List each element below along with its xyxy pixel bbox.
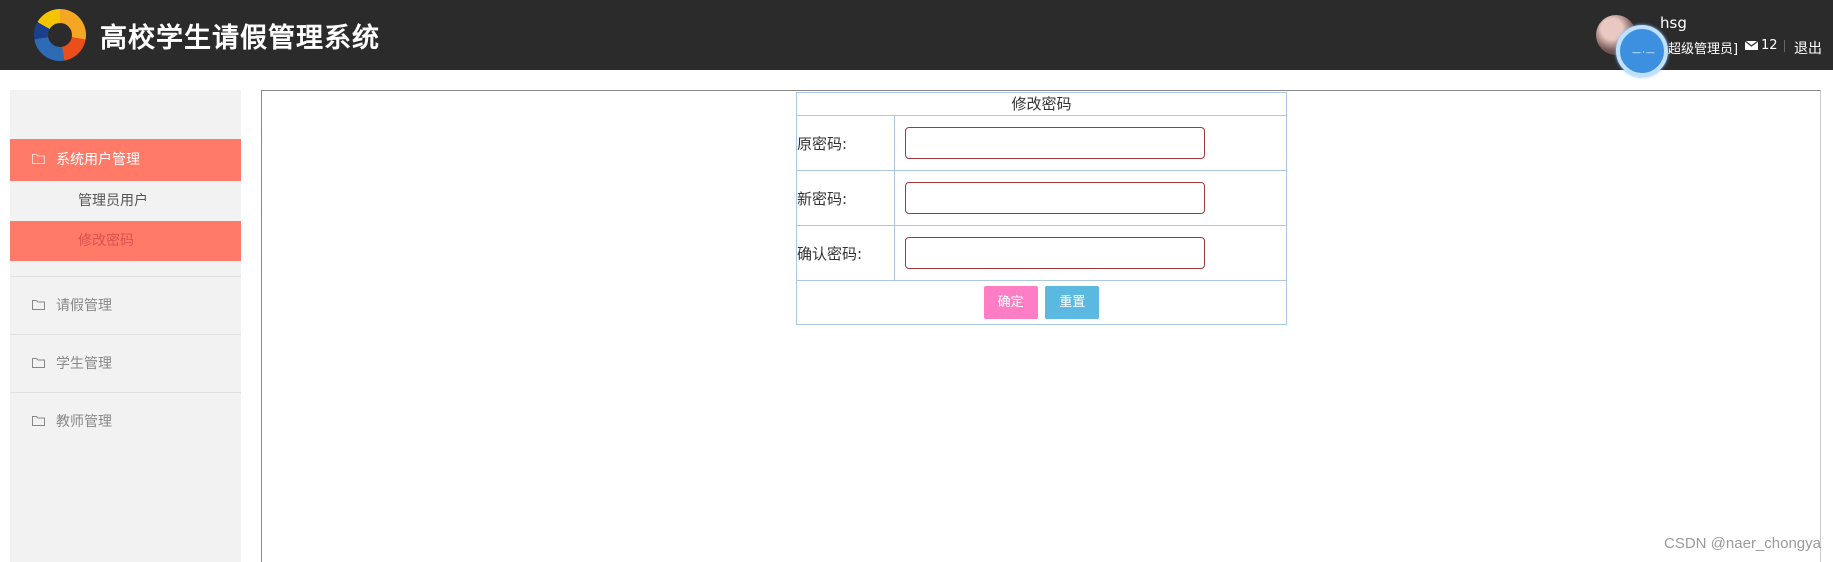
confirm-password-label: 确认密码: (796, 225, 895, 281)
sidebar: 系统用户管理 管理员用户 修改密码 请假管理 学生管理 教师管理 (10, 90, 241, 562)
sidebar-group-label: 请假管理 (56, 298, 112, 314)
sidebar-group-system-users[interactable]: 系统用户管理 (10, 139, 241, 181)
sidebar-item-admin-users[interactable]: 管理员用户 (10, 181, 241, 221)
form-actions: 确定 重置 (796, 280, 1287, 325)
user-name: hsg (1660, 14, 1687, 32)
new-password-input[interactable] (905, 182, 1205, 214)
confirm-password-input[interactable] (905, 237, 1205, 269)
form-caption: 修改密码 (796, 92, 1287, 116)
new-password-label: 新密码: (796, 170, 895, 226)
sidebar-group-label: 学生管理 (56, 356, 112, 372)
top-header: 高校学生请假管理系统 —·— hsg 超级管理员] 12 退出 (0, 0, 1833, 77)
logout-link[interactable]: 退出 (1794, 38, 1822, 58)
sidebar-group-label: 系统用户管理 (56, 152, 140, 168)
reset-button[interactable]: 重置 (1045, 286, 1100, 319)
new-password-cell (894, 170, 1287, 226)
folder-icon (32, 416, 45, 426)
old-password-label: 原密码: (796, 115, 895, 171)
confirm-password-cell (894, 225, 1287, 281)
sidebar-group-label: 教师管理 (56, 414, 112, 430)
watermark: CSDN @naer_chongya (1664, 535, 1821, 552)
change-password-form: 修改密码 原密码: 新密码: 确认密码: 确定 重置 (796, 92, 1287, 325)
user-role: 超级管理员] (1668, 42, 1739, 57)
old-password-cell (894, 115, 1287, 171)
floating-assistant-icon[interactable]: —·— (1616, 25, 1668, 77)
sidebar-item-label: 管理员用户 (78, 193, 148, 209)
sidebar-group-teachers[interactable]: 教师管理 (10, 392, 241, 451)
folder-icon (32, 300, 45, 310)
app-title: 高校学生请假管理系统 (100, 23, 380, 54)
sidebar-item-label: 修改密码 (78, 233, 134, 249)
folder-icon (32, 358, 45, 368)
sidebar-item-change-password[interactable]: 修改密码 (10, 221, 241, 261)
folder-icon (32, 154, 45, 164)
floating-assistant-text: —·— (1632, 48, 1656, 58)
header-divider (1784, 40, 1785, 52)
app-logo (34, 9, 86, 61)
messages-count: 12 (1761, 38, 1778, 53)
old-password-input[interactable] (905, 127, 1205, 159)
envelope-icon (1745, 41, 1758, 50)
messages-link[interactable]: 12 (1745, 38, 1778, 53)
sidebar-group-leave[interactable]: 请假管理 (10, 276, 241, 335)
submit-button[interactable]: 确定 (983, 286, 1038, 319)
sidebar-group-students[interactable]: 学生管理 (10, 334, 241, 393)
